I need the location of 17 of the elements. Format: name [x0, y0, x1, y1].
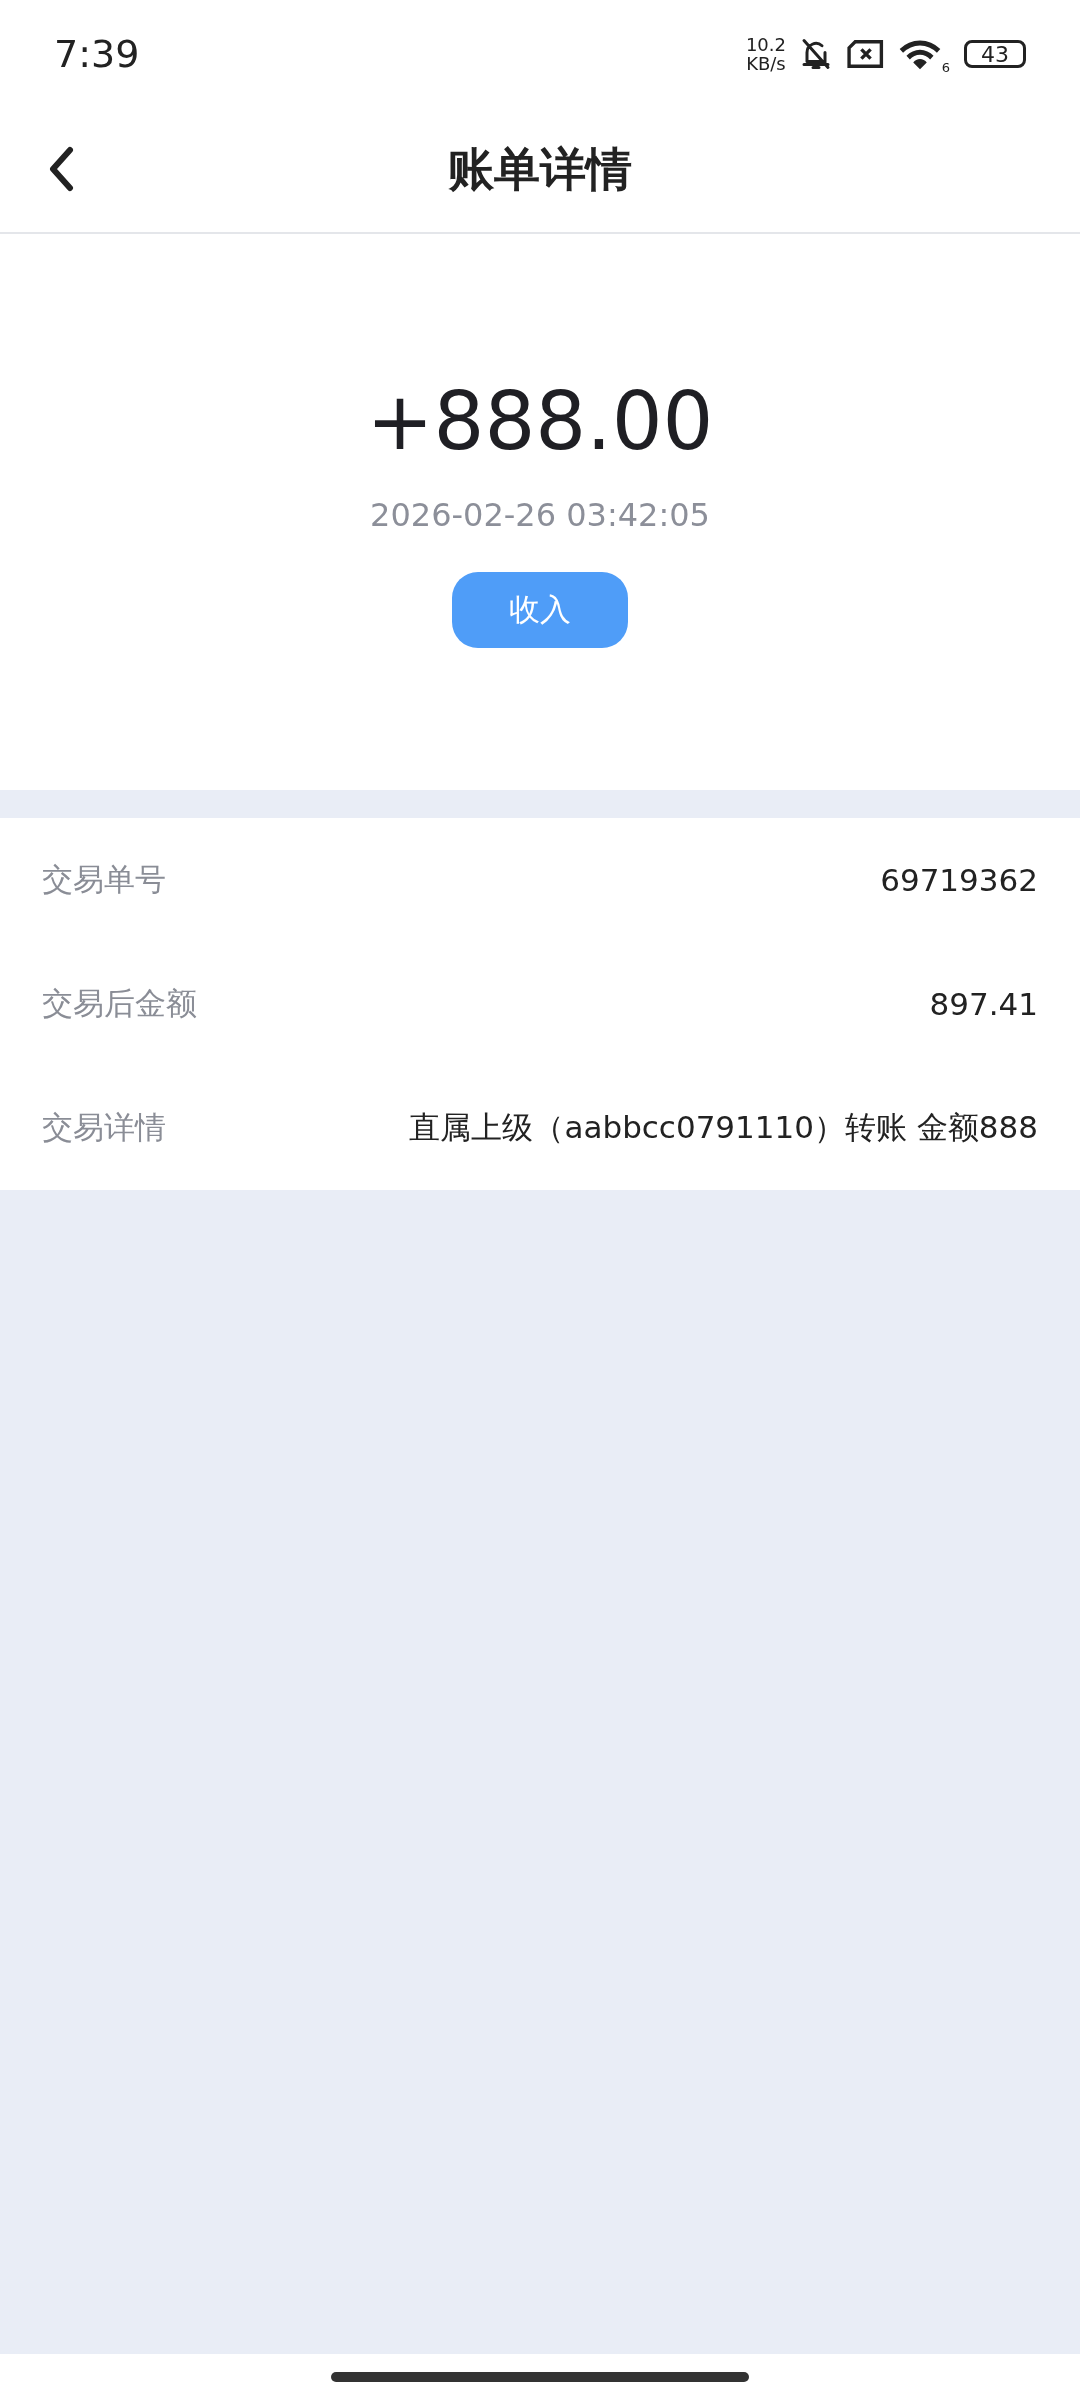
detail-value: 897.41 [929, 986, 1038, 1022]
amount-text: +888.00 [366, 374, 714, 470]
detail-label: 交易详情 [42, 1108, 166, 1147]
sim-card-icon [846, 38, 886, 70]
battery-icon: 43 [964, 40, 1026, 68]
status-time: 7:39 [54, 32, 140, 76]
detail-value: 69719362 [880, 862, 1038, 898]
net-speed-value: 10.2 [745, 35, 786, 54]
type-badge: 收入 [452, 572, 628, 648]
detail-value: 直属上级（aabbcc0791110）转账 金额888 [409, 1108, 1038, 1147]
page-title: 账单详情 [448, 141, 632, 198]
net-speed-unit: KB/s [746, 54, 786, 73]
detail-label: 交易单号 [42, 860, 166, 899]
transaction-datetime: 2026-02-26 03:42:05 [370, 496, 710, 534]
detail-label: 交易后金额 [42, 984, 197, 1023]
back-icon[interactable] [48, 146, 74, 192]
wifi-number-label: 6 [941, 60, 950, 75]
